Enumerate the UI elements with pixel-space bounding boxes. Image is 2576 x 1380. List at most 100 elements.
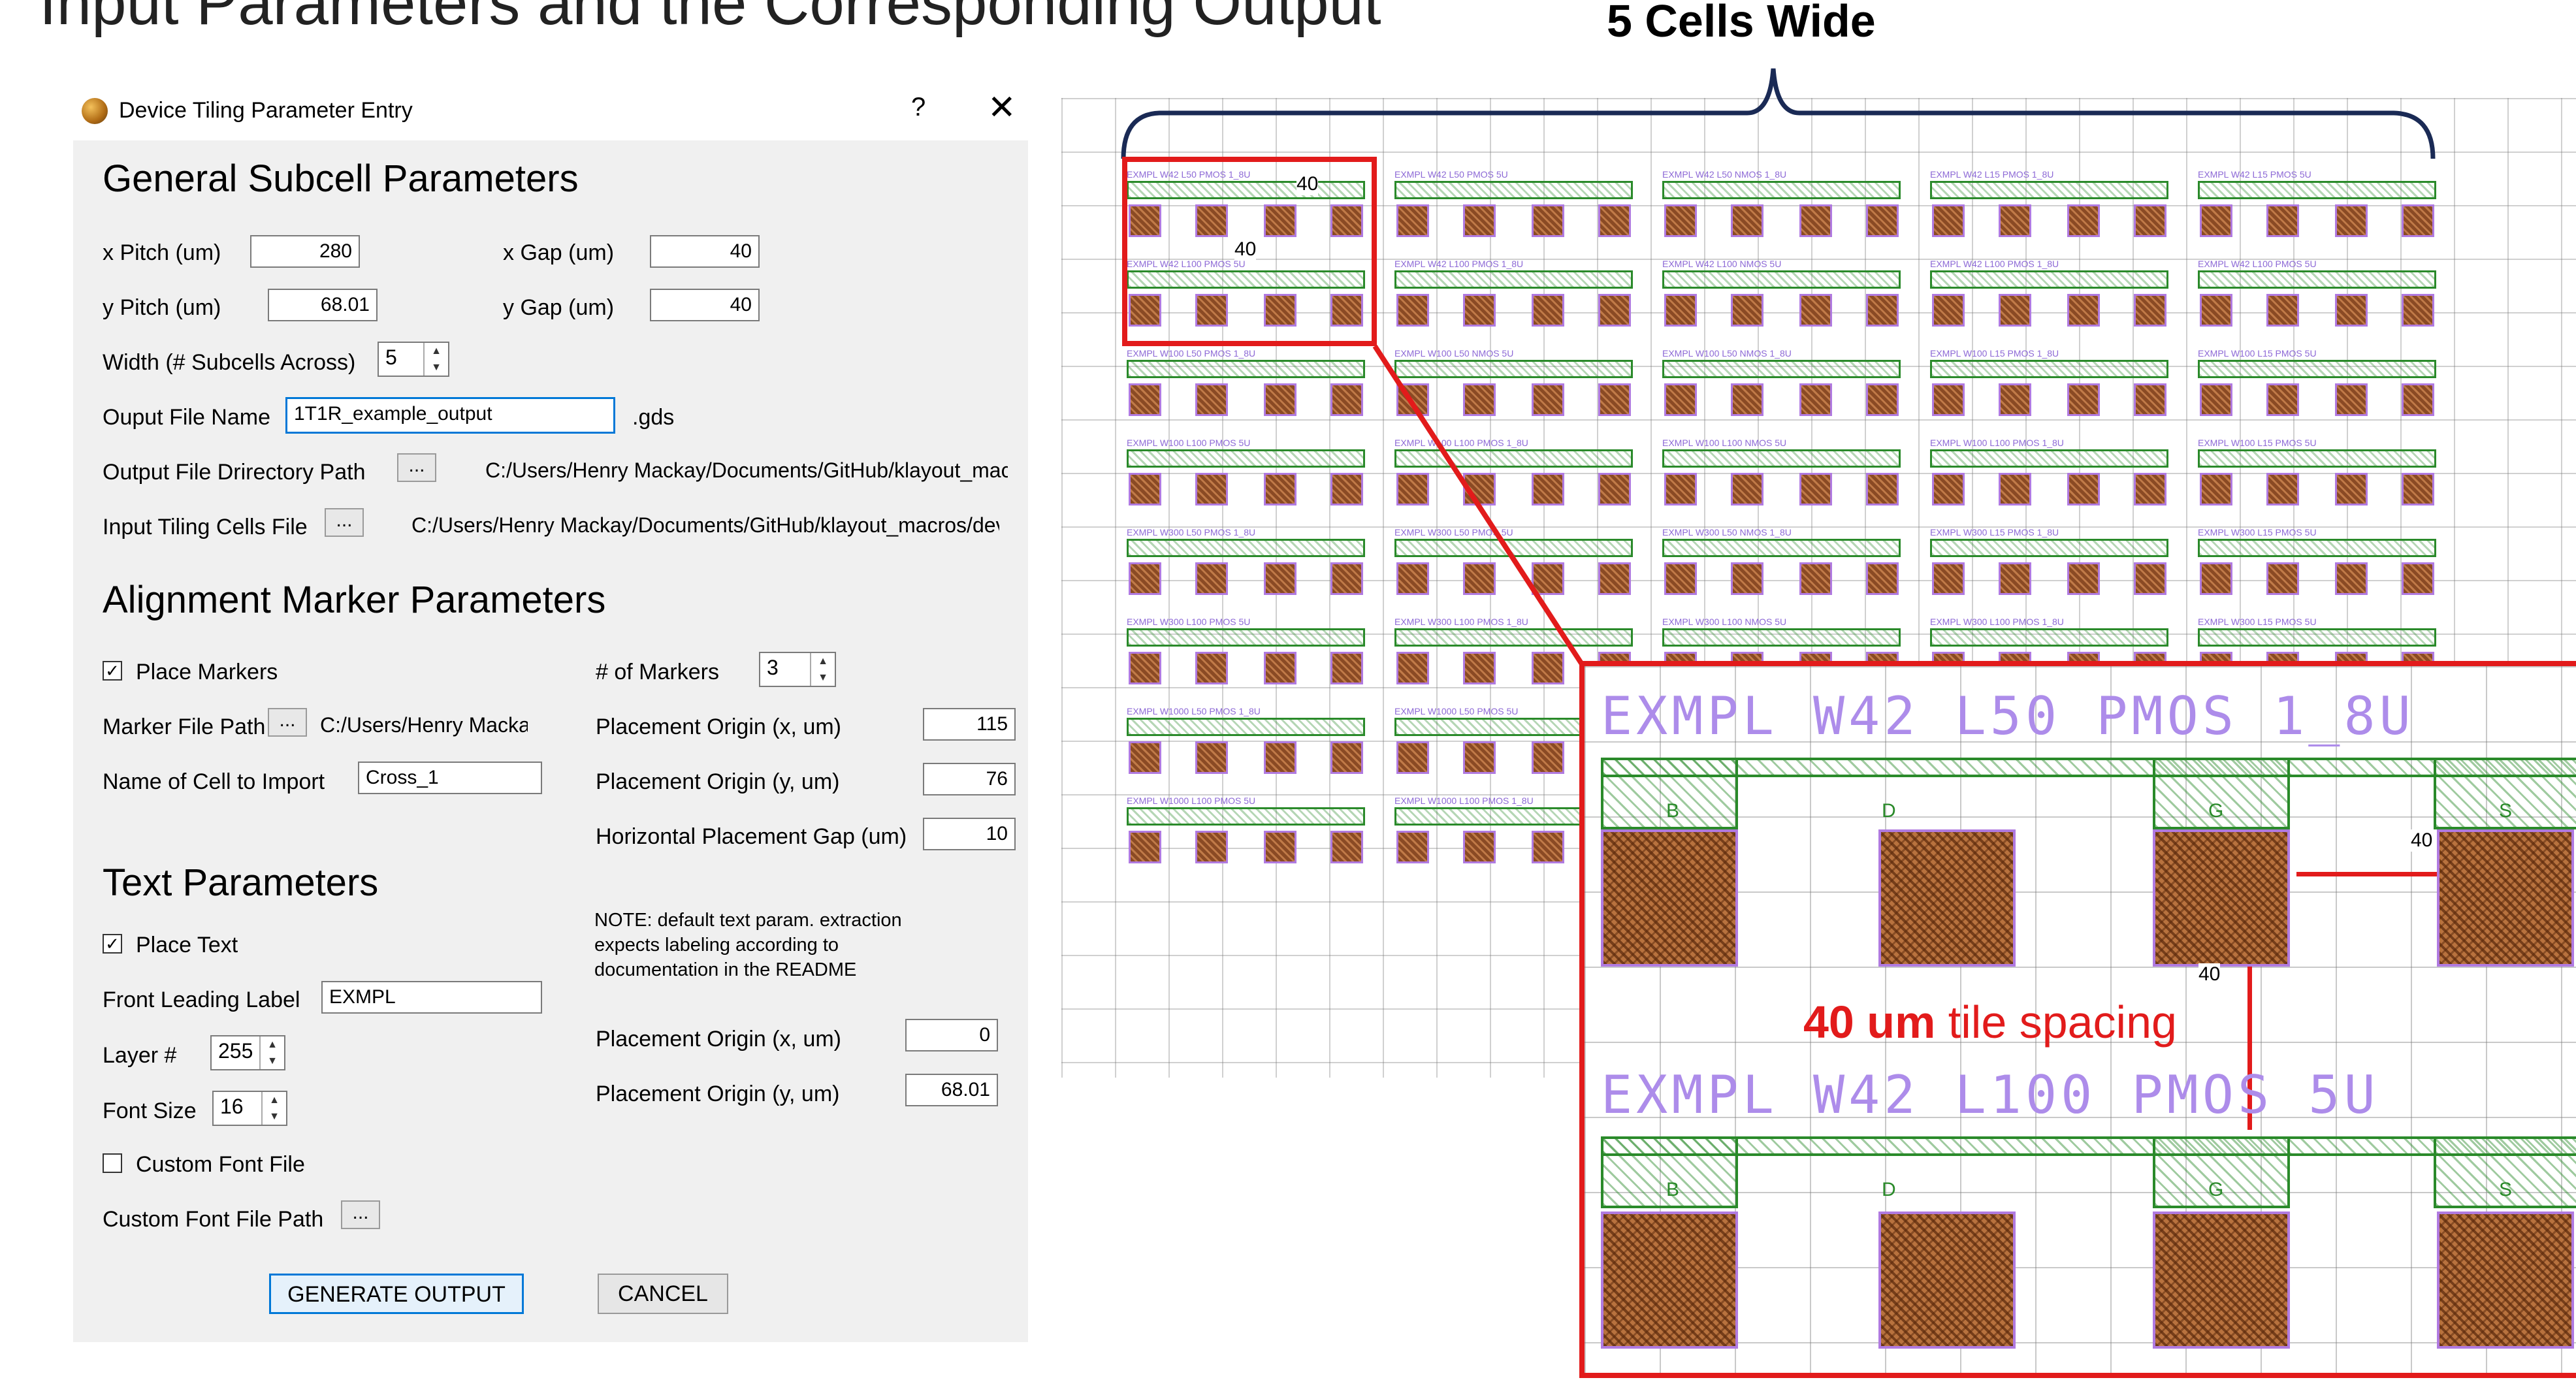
- tile-pad: [1264, 562, 1296, 595]
- tile-pad: [1129, 741, 1161, 774]
- tile-pad: [1866, 473, 1899, 505]
- tile-pad: [1664, 204, 1697, 237]
- text-origin-x-input[interactable]: 0: [905, 1019, 998, 1051]
- klayout-app-icon: [82, 98, 108, 124]
- tile-cell: EXMPL W100 L15 PMOS 5U: [2198, 438, 2436, 507]
- zoom-label-bottom: EXMPL W42 L100 PMOS 5U: [1601, 1065, 2379, 1125]
- spin-up-icon[interactable]: ▲: [261, 1036, 284, 1053]
- tile-pad: [1598, 562, 1631, 595]
- tile-pad: [2067, 562, 2100, 595]
- zoom-term-d2: D: [1882, 1179, 1896, 1200]
- x-gap-input[interactable]: 40: [650, 235, 760, 268]
- tile-metal-bar: [1930, 270, 2168, 289]
- output-name-label: Ouput File Name: [103, 405, 270, 430]
- general-heading: General Subcell Parameters: [103, 157, 579, 200]
- place-text-checkbox[interactable]: ✓: [103, 934, 122, 954]
- spin-down-icon[interactable]: ▼: [263, 1108, 286, 1125]
- width-spin-arrows[interactable]: ▲ ▼: [423, 343, 448, 376]
- num-markers-label: # of Markers: [596, 660, 719, 684]
- output-dir-label: Output File Drirectory Path: [103, 460, 366, 485]
- generate-output-button[interactable]: GENERATE OUTPUT: [269, 1274, 524, 1314]
- x-gap-label: x Gap (um): [503, 240, 615, 265]
- tile-pad: [2402, 562, 2434, 595]
- tile-pad: [1866, 204, 1899, 237]
- tile-cell: EXMPL W100 L50 PMOS 1_8U: [1127, 348, 1365, 417]
- tile-cell-label: EXMPL W300 L100 PMOS 5U: [1127, 617, 1251, 627]
- tile-pad: [1664, 383, 1697, 416]
- tile-cell: EXMPL W100 L50 NMOS 1_8U: [1662, 348, 1901, 417]
- close-icon[interactable]: ✕: [988, 88, 1016, 127]
- tile-pad: [2402, 383, 2434, 416]
- spin-up-icon[interactable]: ▲: [811, 653, 835, 669]
- layer-spin-arrows[interactable]: ▲ ▼: [259, 1036, 284, 1069]
- output-dir-browse-button[interactable]: ...: [397, 453, 436, 482]
- zoom-term-d: D: [1882, 800, 1896, 822]
- tile-pad: [1129, 473, 1161, 505]
- tile-pad: [1396, 204, 1429, 237]
- zoom-pad: [1878, 829, 2016, 967]
- spin-down-icon[interactable]: ▼: [261, 1053, 284, 1069]
- cancel-button[interactable]: CANCEL: [598, 1274, 728, 1314]
- tile-cell: EXMPL W100 L100 PMOS 1_8U: [1930, 438, 2168, 507]
- marker-path-browse-button[interactable]: ...: [268, 708, 307, 737]
- tile-cell: EXMPL W42 L100 PMOS 1_8U: [1930, 259, 2168, 328]
- tile-pad: [1866, 294, 1899, 327]
- layer-spinbox[interactable]: 255 ▲ ▼: [210, 1035, 285, 1070]
- spin-up-icon[interactable]: ▲: [263, 1092, 286, 1108]
- font-size-spin-arrows[interactable]: ▲ ▼: [261, 1092, 286, 1125]
- width-spinbox[interactable]: 5 ▲ ▼: [378, 342, 449, 377]
- num-markers-spin-arrows[interactable]: ▲ ▼: [810, 653, 835, 686]
- tile-spacing-annotation: 40 um tile spacing: [1803, 996, 2177, 1048]
- tile-cell-label: EXMPL W42 L15 PMOS 5U: [2198, 169, 2311, 180]
- marker-origin-y-input[interactable]: 76: [923, 763, 1016, 795]
- marker-origin-y-label: Placement Origin (y, um): [596, 769, 840, 794]
- tile-pad: [2266, 204, 2299, 237]
- spin-up-icon[interactable]: ▲: [425, 343, 448, 359]
- tile-pad: [1799, 383, 1832, 416]
- num-markers-spinbox[interactable]: 3 ▲ ▼: [759, 652, 836, 687]
- tile-metal-bar: [1127, 628, 1365, 647]
- custom-font-checkbox[interactable]: [103, 1153, 122, 1173]
- x-pitch-input[interactable]: 280: [250, 235, 360, 268]
- y-gap-input[interactable]: 40: [650, 289, 760, 321]
- tile-cell-label: EXMPL W1000 L50 PMOS 1_8U: [1127, 706, 1261, 716]
- font-size-spinbox[interactable]: 16 ▲ ▼: [212, 1091, 287, 1126]
- tile-cell-label: EXMPL W42 L100 PMOS 1_8U: [1394, 259, 1524, 269]
- tile-cell-label: EXMPL W1000 L100 PMOS 1_8U: [1394, 795, 1534, 806]
- tile-pad: [1999, 473, 2031, 505]
- tile-cell: EXMPL W100 L100 PMOS 5U: [1127, 438, 1365, 507]
- spacing-text: tile spacing: [1935, 997, 2177, 1048]
- tile-pad: [1932, 562, 1965, 595]
- text-origin-y-input[interactable]: 68.01: [905, 1074, 998, 1106]
- tile-pad: [1731, 562, 1763, 595]
- cell-import-input[interactable]: Cross_1: [358, 762, 542, 794]
- leading-label-input[interactable]: EXMPL: [321, 981, 542, 1014]
- y-pitch-input[interactable]: 68.01: [268, 289, 378, 321]
- tile-metal-bar: [1930, 449, 2168, 468]
- tile-pad: [1195, 383, 1228, 416]
- spin-down-icon[interactable]: ▼: [425, 359, 448, 376]
- tile-pad: [1463, 204, 1496, 237]
- help-button[interactable]: ?: [911, 93, 926, 122]
- hgap-input[interactable]: 10: [923, 818, 1016, 850]
- zoom-label-top: EXMPL W42 L50 PMOS 1_8U: [1601, 686, 2415, 746]
- input-cells-browse-button[interactable]: ...: [325, 508, 364, 537]
- zoom-inset: EXMPL W42 L50 PMOS 1_8U B D G S 40 40 40…: [1579, 661, 2576, 1378]
- place-markers-checkbox[interactable]: ✓: [103, 661, 122, 681]
- tile-pad: [2067, 383, 2100, 416]
- tile-cell: EXMPL W42 L50 NMOS 1_8U: [1662, 169, 1901, 238]
- layer-value: 255: [218, 1039, 253, 1063]
- tile-pad: [2335, 473, 2368, 505]
- tile-pad: [2266, 562, 2299, 595]
- spin-down-icon[interactable]: ▼: [811, 669, 835, 686]
- output-name-input[interactable]: 1T1R_example_output: [285, 397, 615, 434]
- custom-font-browse-button[interactable]: ...: [341, 1200, 380, 1229]
- tile-cell: EXMPL W42 L100 PMOS 5U: [2198, 259, 2436, 328]
- custom-font-path-label: Custom Font File Path: [103, 1207, 324, 1232]
- tile-cell: EXMPL W1000 L50 PMOS 1_8U: [1127, 706, 1365, 775]
- tile-pad: [2134, 204, 2166, 237]
- tile-metal-bar: [2198, 270, 2436, 289]
- output-ext-label: .gds: [632, 405, 675, 430]
- tile-pad: [1264, 652, 1296, 684]
- marker-origin-x-input[interactable]: 115: [923, 708, 1016, 741]
